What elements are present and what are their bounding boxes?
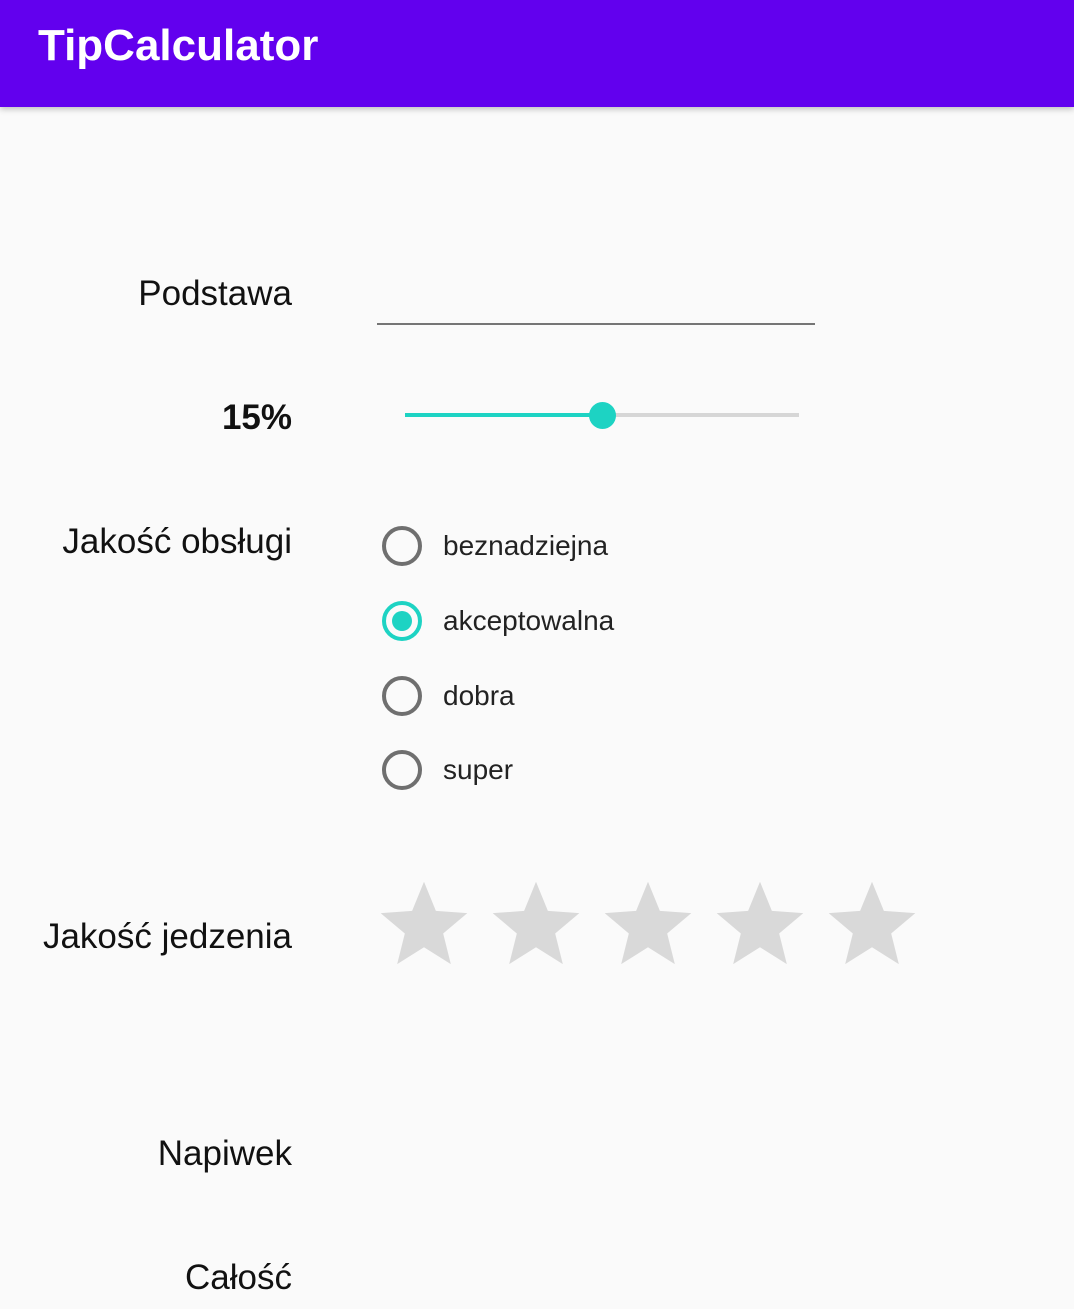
star-icon[interactable] xyxy=(377,876,471,968)
radio-option-beznadziejna[interactable]: beznadziejna xyxy=(382,522,608,570)
radio-option-dobra[interactable]: dobra xyxy=(382,672,515,720)
app-bar: TipCalculator xyxy=(0,0,1074,107)
radio-label: beznadziejna xyxy=(443,530,609,561)
radio-button[interactable] xyxy=(382,526,422,566)
star-icon[interactable] xyxy=(713,876,807,968)
radio-option-akceptowalna[interactable]: akceptowalna xyxy=(382,597,614,645)
app-title: TipCalculator xyxy=(38,21,319,70)
base-input-underline xyxy=(377,323,815,325)
percent-slider-thumb[interactable] xyxy=(588,402,616,429)
star-icon[interactable] xyxy=(825,876,919,968)
percent-slider-fill xyxy=(405,413,602,417)
radio-label: akceptowalna xyxy=(443,605,615,636)
star-icon[interactable] xyxy=(601,876,695,968)
base-amount-input[interactable] xyxy=(377,270,819,324)
food-quality-label: Jakość jedzenia xyxy=(42,917,292,956)
service-quality-label: Jakość obsługi xyxy=(62,522,292,561)
radio-option-super[interactable]: super xyxy=(382,746,513,794)
radio-button[interactable] xyxy=(382,601,422,641)
radio-label: dobra xyxy=(443,680,515,711)
tip-label: Napiwek xyxy=(157,1134,292,1173)
radio-label: super xyxy=(443,754,514,785)
base-label: Podstawa xyxy=(138,274,292,313)
food-rating-bar[interactable] xyxy=(377,876,937,968)
radio-button[interactable] xyxy=(382,676,422,716)
total-label: Całość xyxy=(185,1258,292,1297)
radio-button[interactable] xyxy=(382,750,422,790)
percent-label: 15% xyxy=(221,398,292,437)
star-icon[interactable] xyxy=(489,876,583,968)
